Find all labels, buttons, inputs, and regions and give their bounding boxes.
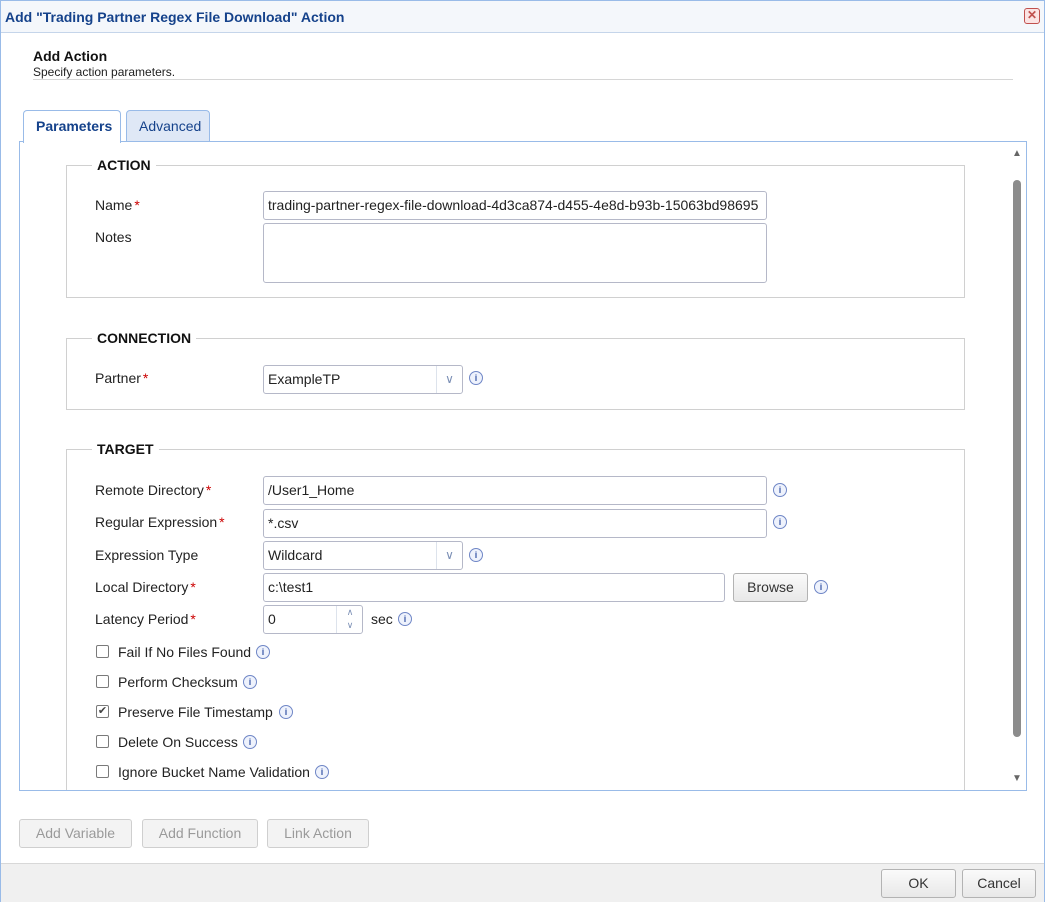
header-divider: [33, 79, 1013, 80]
name-label: Name *: [95, 197, 140, 213]
info-icon[interactable]: i: [814, 580, 828, 594]
perform-checksum-label: Perform Checksum: [118, 674, 238, 690]
remote-directory-label-text: Remote Directory: [95, 482, 204, 498]
notes-textarea[interactable]: [263, 223, 767, 283]
regular-expression-input[interactable]: *.csv: [263, 509, 767, 538]
expression-type-select[interactable]: Wildcard ∨: [263, 541, 463, 570]
regular-expression-label-text: Regular Expression: [95, 514, 218, 530]
local-directory-label-text: Local Directory: [95, 579, 189, 595]
partner-select[interactable]: ExampleTP ∨: [263, 365, 463, 394]
tab-advanced[interactable]: Advanced: [126, 110, 210, 142]
target-legend: TARGET: [92, 441, 159, 457]
preserve-file-timestamp-checkbox[interactable]: ✔: [96, 705, 109, 718]
chevron-down-icon[interactable]: ∨: [436, 542, 462, 569]
latency-unit-label: sec: [371, 611, 393, 627]
dialog-footer: OK Cancel: [1, 863, 1044, 902]
info-icon[interactable]: i: [469, 371, 483, 385]
info-icon[interactable]: i: [469, 548, 483, 562]
local-directory-input[interactable]: c:\test1: [263, 573, 725, 602]
action-legend: ACTION: [92, 157, 156, 173]
required-marker: *: [142, 370, 149, 386]
expression-type-label: Expression Type: [95, 547, 199, 563]
add-variable-button[interactable]: Add Variable: [19, 819, 132, 848]
browse-button[interactable]: Browse: [733, 573, 808, 602]
dialog-title: Add "Trading Partner Regex File Download…: [5, 9, 345, 25]
info-icon[interactable]: i: [243, 735, 257, 749]
connection-fieldset: CONNECTION Partner * ExampleTP ∨ i: [66, 330, 965, 410]
info-icon[interactable]: i: [398, 612, 412, 626]
fail-if-no-files-label: Fail If No Files Found: [118, 644, 252, 660]
parameters-panel: ACTION Name * trading-partner-regex-file-…: [19, 141, 1027, 791]
required-marker: *: [190, 579, 196, 595]
info-icon[interactable]: i: [315, 765, 329, 779]
target-fieldset: TARGET Remote Directory * /User1_Home i R…: [66, 441, 965, 790]
preserve-file-timestamp-label: Preserve File Timestamp: [118, 704, 273, 720]
local-directory-label: Local Directory *: [95, 579, 196, 595]
spin-down-icon[interactable]: ∨: [337, 619, 362, 632]
latency-period-label: Latency Period *: [95, 611, 196, 627]
dialog-titlebar: Add "Trading Partner Regex File Download…: [1, 1, 1044, 33]
connection-legend: CONNECTION: [92, 330, 197, 346]
ignore-bucket-name-validation-checkbox[interactable]: [96, 765, 109, 778]
ignore-bucket-name-validation-label: Ignore Bucket Name Validation: [118, 764, 310, 780]
add-function-button[interactable]: Add Function: [142, 819, 258, 848]
remote-directory-input[interactable]: /User1_Home: [263, 476, 767, 505]
scrollbar-thumb[interactable]: [1013, 180, 1021, 737]
expression-type-value: Wildcard: [268, 547, 323, 563]
info-icon[interactable]: i: [256, 645, 270, 659]
info-icon[interactable]: i: [279, 705, 293, 719]
tab-parameters[interactable]: Parameters: [23, 110, 121, 143]
delete-on-success-checkbox[interactable]: [96, 735, 109, 748]
partner-label: Partner *: [95, 370, 148, 386]
notes-label: Notes: [95, 229, 132, 245]
section-subtitle: Specify action parameters.: [33, 65, 176, 79]
partner-label-text: Partner: [95, 370, 141, 386]
name-label-text: Name: [95, 197, 133, 213]
chevron-down-icon[interactable]: ∨: [436, 366, 462, 393]
add-action-dialog: Add "Trading Partner Regex File Download…: [0, 0, 1045, 902]
delete-on-success-label: Delete On Success: [118, 734, 238, 750]
required-marker: *: [134, 197, 140, 213]
perform-checksum-checkbox[interactable]: [96, 675, 109, 688]
close-icon[interactable]: ✕: [1024, 8, 1040, 24]
required-marker: *: [190, 611, 196, 627]
action-fieldset: ACTION Name * trading-partner-regex-file-…: [66, 157, 965, 298]
regular-expression-label: Regular Expression *: [95, 514, 225, 530]
latency-period-input[interactable]: 0 ∧ ∨: [263, 605, 363, 634]
required-marker: *: [205, 482, 212, 498]
checkmark-icon: ✔: [97, 705, 108, 717]
info-icon[interactable]: i: [243, 675, 257, 689]
name-input[interactable]: trading-partner-regex-file-download-4d3c…: [263, 191, 767, 220]
vertical-scrollbar[interactable]: ▲ ▼: [1008, 142, 1026, 790]
remote-directory-label: Remote Directory *: [95, 482, 211, 498]
section-title: Add Action: [33, 48, 108, 64]
partner-select-value: ExampleTP: [268, 371, 341, 387]
latency-period-value: 0: [268, 611, 276, 627]
info-icon[interactable]: i: [773, 515, 787, 529]
scroll-up-arrow-icon[interactable]: ▲: [1012, 148, 1022, 159]
info-icon[interactable]: i: [773, 483, 787, 497]
ok-button[interactable]: OK: [881, 869, 956, 898]
link-action-button[interactable]: Link Action: [267, 819, 369, 848]
spin-up-icon[interactable]: ∧: [337, 606, 362, 619]
scroll-down-arrow-icon[interactable]: ▼: [1012, 773, 1022, 784]
required-marker: *: [219, 514, 225, 530]
cancel-button[interactable]: Cancel: [962, 869, 1036, 898]
latency-period-label-text: Latency Period: [95, 611, 189, 627]
latency-spinner: ∧ ∨: [336, 606, 362, 633]
fail-if-no-files-checkbox[interactable]: [96, 645, 109, 658]
